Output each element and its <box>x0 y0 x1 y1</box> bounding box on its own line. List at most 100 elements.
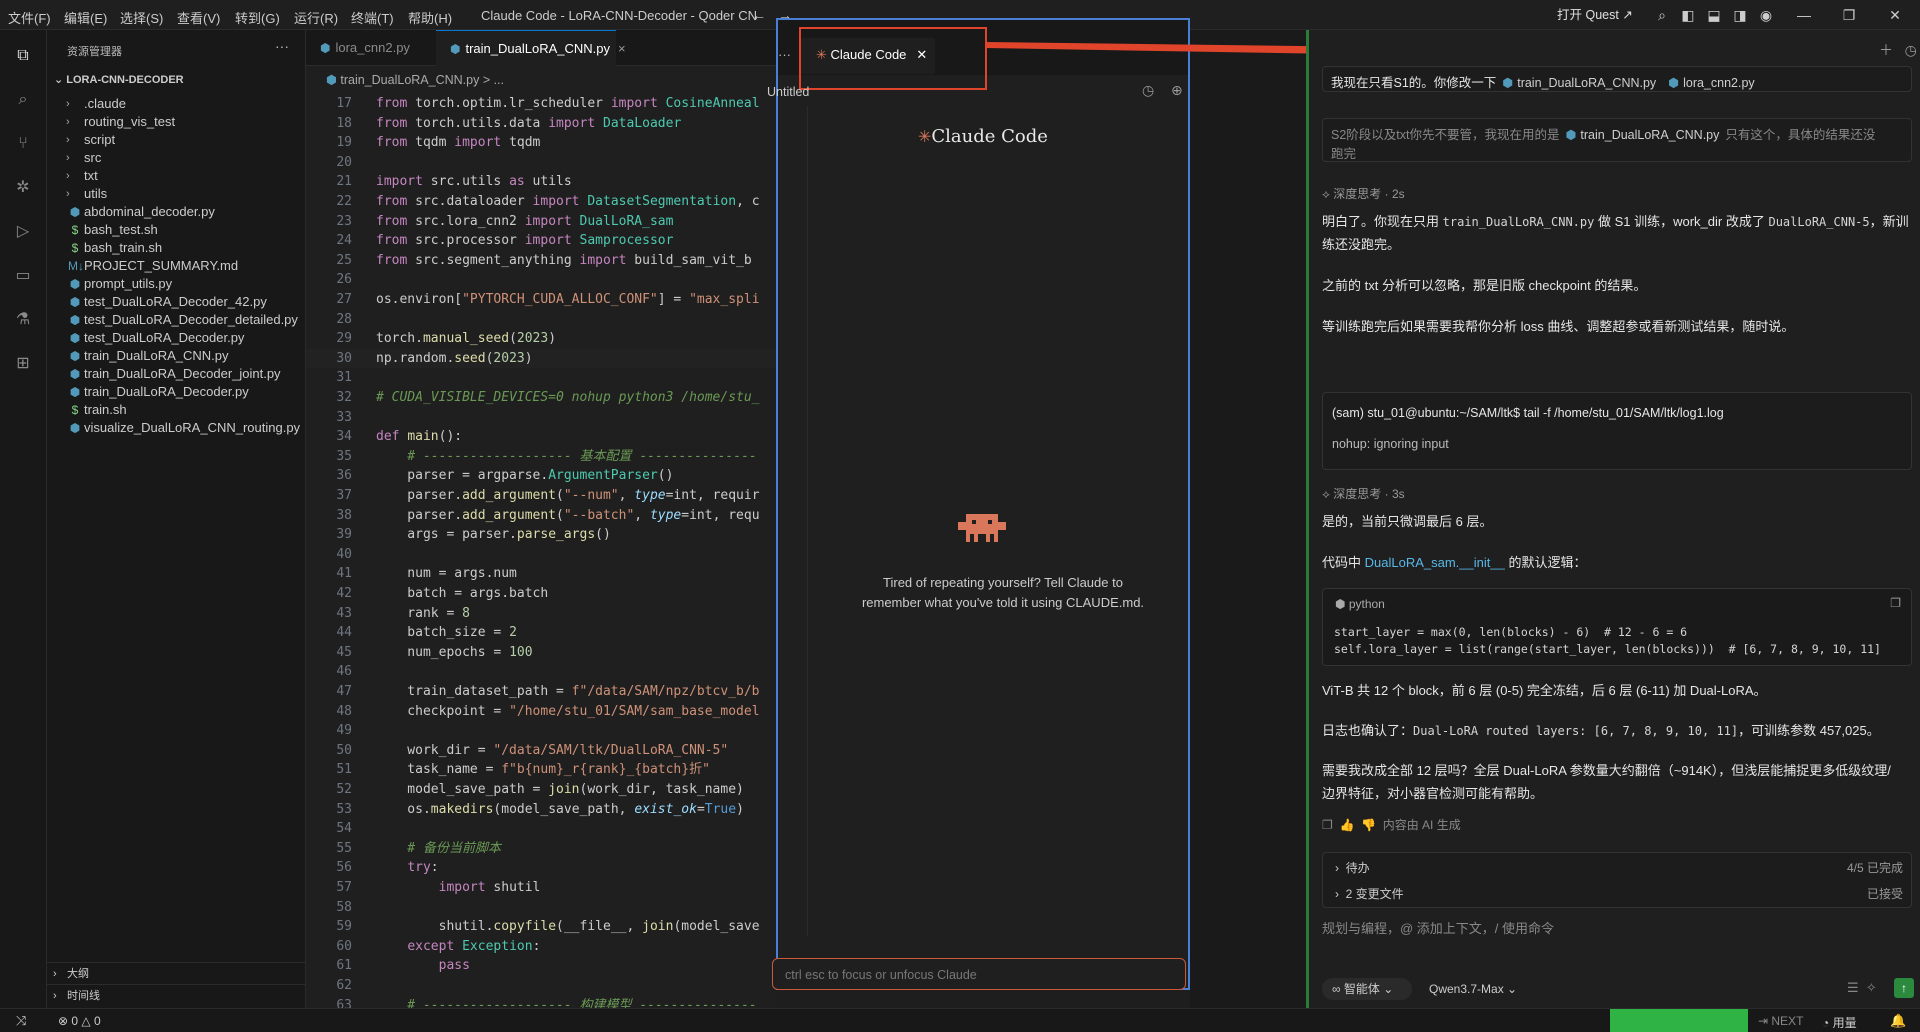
menu-help[interactable]: 帮助(H) <box>408 8 452 27</box>
explorer-icon[interactable]: ⧉ <box>11 44 35 68</box>
menu-view[interactable]: 查看(V) <box>177 8 220 27</box>
toggle-secondary-sidebar-icon[interactable]: ◨ <box>1731 6 1749 24</box>
file-chip[interactable]: ⬢ train_DualLoRA_CNN.py <box>1502 75 1656 90</box>
back-arrow-icon[interactable]: ← <box>750 6 768 24</box>
bell-icon[interactable]: 🔔 <box>1890 1013 1906 1029</box>
chip-label: train_DualLoRA_CNN.py <box>1517 76 1657 90</box>
account-icon[interactable]: ◉ <box>1757 6 1775 24</box>
tree-file[interactable]: ⬢ visualize_DualLoRA_CNN_routing.py <box>47 417 305 439</box>
copy-icon[interactable]: ❐ <box>1322 818 1333 832</box>
extensions-icon[interactable]: ⊞ <box>11 352 35 376</box>
close-window-icon[interactable]: ✕ <box>1886 6 1904 24</box>
chevron-down-icon: ⌄ <box>1503 982 1518 996</box>
python-file-icon: ⬢ <box>1565 128 1577 142</box>
minimize-icon[interactable]: — <box>1795 6 1813 24</box>
line-number: 33 <box>336 409 352 425</box>
claude-prompt-input[interactable]: ctrl esc to focus or unfocus Claude <box>772 958 1186 990</box>
usage-indicator[interactable]: ◔ 用量 <box>1822 1014 1857 1031</box>
menu-run[interactable]: 运行(R) <box>294 8 338 27</box>
list-icon[interactable]: ☰ <box>1847 980 1859 995</box>
menu-file[interactable]: 文件(F) <box>8 8 51 27</box>
workspace-root-folder[interactable]: ⌄ LORA-CNN-DECODER <box>54 73 184 86</box>
code-line: 63 # ------------------- 构建模型 ----------… <box>306 996 776 1008</box>
terminal-output-block[interactable]: (sam) stu_01@ubuntu:~/SAM/ltk$ tail -f /… <box>1322 392 1912 470</box>
session-title: Untitled <box>767 85 810 99</box>
code-link[interactable]: DualLoRA_sam.__init__ <box>1365 555 1505 570</box>
new-chat-icon[interactable]: ＋ <box>1879 42 1893 58</box>
line-number: 46 <box>336 664 352 680</box>
file-chip[interactable]: ⬢ train_DualLoRA_CNN.py <box>1566 127 1720 142</box>
run-debug-icon[interactable]: ▷ <box>11 220 35 244</box>
problems-indicator[interactable]: ⊗ 0 △ 0 <box>58 1014 101 1028</box>
code-area[interactable]: 17 from torch.optim.lr_scheduler import C… <box>306 94 776 1008</box>
tab-lora-cnn2[interactable]: ⬢ lora_cnn2.py <box>306 30 436 66</box>
code-text: parser = argparse.ArgumentParser() <box>376 468 674 484</box>
todo-row[interactable]: › 待办 4/5 已完成 <box>1335 856 1903 880</box>
code-line: 44 batch_size = 2 <box>306 623 776 642</box>
line-number: 43 <box>336 605 352 621</box>
source-control-icon[interactable]: ⑂ <box>11 132 35 156</box>
chat-input[interactable]: 规划与编程，@ 添加上下文，/ 使用命令 <box>1322 918 1554 937</box>
thinking-indicator[interactable]: ⟡ 深度思考 · 2s <box>1322 185 1405 202</box>
menu-go[interactable]: 转到(G) <box>235 8 280 27</box>
thumbs-up-icon[interactable]: 👍 <box>1339 818 1354 832</box>
status-highlight-block[interactable] <box>1610 1009 1748 1032</box>
code-line: 47 train_dataset_path = f"/data/SAM/npz/… <box>306 682 776 701</box>
thumbs-down-icon[interactable]: 👎 <box>1361 818 1376 832</box>
history-icon[interactable]: ◷ <box>1905 42 1917 58</box>
todo-label: 待办 <box>1345 861 1370 875</box>
file-chip[interactable]: ⬢ lora_cnn2.py <box>1668 75 1755 90</box>
close-tab-icon[interactable]: × <box>618 41 626 56</box>
line-number: 51 <box>336 762 352 778</box>
new-session-icon[interactable]: ⊕ <box>1171 82 1183 99</box>
menu-terminal[interactable]: 终端(T) <box>351 8 394 27</box>
toggle-sidebar-icon[interactable]: ◧ <box>1679 6 1697 24</box>
search-view-icon[interactable]: ⌕ <box>11 88 35 112</box>
more-actions-icon[interactable]: ··· <box>275 38 289 54</box>
line-number: 27 <box>336 292 352 307</box>
outline-section[interactable]: › 大纲 <box>47 962 305 984</box>
message-text: 我现在只看S1的。你修改一下 <box>1331 76 1497 90</box>
line-number: 62 <box>336 978 352 993</box>
status-bar: ⤨ ⊗ 0 △ 0 ⇥ NEXT ◔ 用量 🔔 <box>0 1008 1920 1032</box>
timeline-section[interactable]: › 时间线 <box>47 984 305 1006</box>
line-number: 56 <box>336 860 352 876</box>
open-quest-button[interactable]: 打开 Quest ↗ <box>1549 5 1644 26</box>
restore-icon[interactable]: ❐ <box>1840 6 1858 24</box>
agent-mode-select[interactable]: ∞ 智能体 ⌄ <box>1322 978 1412 1000</box>
chevron-right-icon: › <box>53 990 57 1002</box>
sparkle-icon[interactable]: ✧ <box>1866 980 1877 995</box>
changed-files-row[interactable]: › 2 变更文件 已接受 <box>1335 882 1903 906</box>
tab-train-duallora-cnn[interactable]: ⬢ train_DualLoRA_CNN.py × <box>436 30 626 66</box>
python-file-icon: ⬢ <box>69 421 81 435</box>
remote-icon[interactable]: ⤨ <box>16 1013 26 1029</box>
thinking-indicator[interactable]: ⟡ 深度思考 · 3s <box>1322 485 1405 502</box>
code-line: 30 np.random.seed(2023) <box>306 348 776 368</box>
line-number: 23 <box>336 213 352 229</box>
line-number: 29 <box>336 331 352 347</box>
history-icon[interactable]: ◷ <box>1142 82 1154 99</box>
copy-icon[interactable]: ❐ <box>1890 596 1901 610</box>
line-number: 48 <box>336 703 352 719</box>
extensions-gear-icon[interactable]: ✲ <box>11 176 35 200</box>
next-indicator[interactable]: ⇥ NEXT <box>1758 1014 1803 1028</box>
testing-flask-icon[interactable]: ⚗ <box>11 308 35 332</box>
menu-selection[interactable]: 选择(S) <box>120 8 163 27</box>
search-icon[interactable]: ⌕ <box>1653 6 1671 24</box>
remote-explorer-icon[interactable]: ▭ <box>11 264 35 288</box>
model-select[interactable]: Qwen3.7-Max ⌄ <box>1429 978 1517 1000</box>
more-tabs-icon[interactable]: ··· <box>778 47 791 62</box>
code-line: 40 <box>306 545 776 564</box>
send-button[interactable]: ↑ <box>1894 978 1914 998</box>
code-text: from src.processor import Samprocessor <box>376 233 674 249</box>
menu-edit[interactable]: 编辑(E) <box>64 8 107 27</box>
breadcrumb[interactable]: ⬢ train_DualLoRA_CNN.py > ... <box>326 72 504 87</box>
line-number: 26 <box>336 272 352 288</box>
code-line: 61 pass <box>306 956 776 975</box>
line-number: 31 <box>336 370 352 386</box>
assistant-text: 代码中 DualLoRA_sam.__init__ 的默认逻辑： <box>1322 552 1586 571</box>
text: 明白了。你现在只用 <box>1322 214 1440 229</box>
toggle-panel-icon[interactable]: ⬓ <box>1705 6 1723 24</box>
language-label: python <box>1348 597 1385 611</box>
terminal-output: nohup: ignoring input <box>1332 437 1449 451</box>
